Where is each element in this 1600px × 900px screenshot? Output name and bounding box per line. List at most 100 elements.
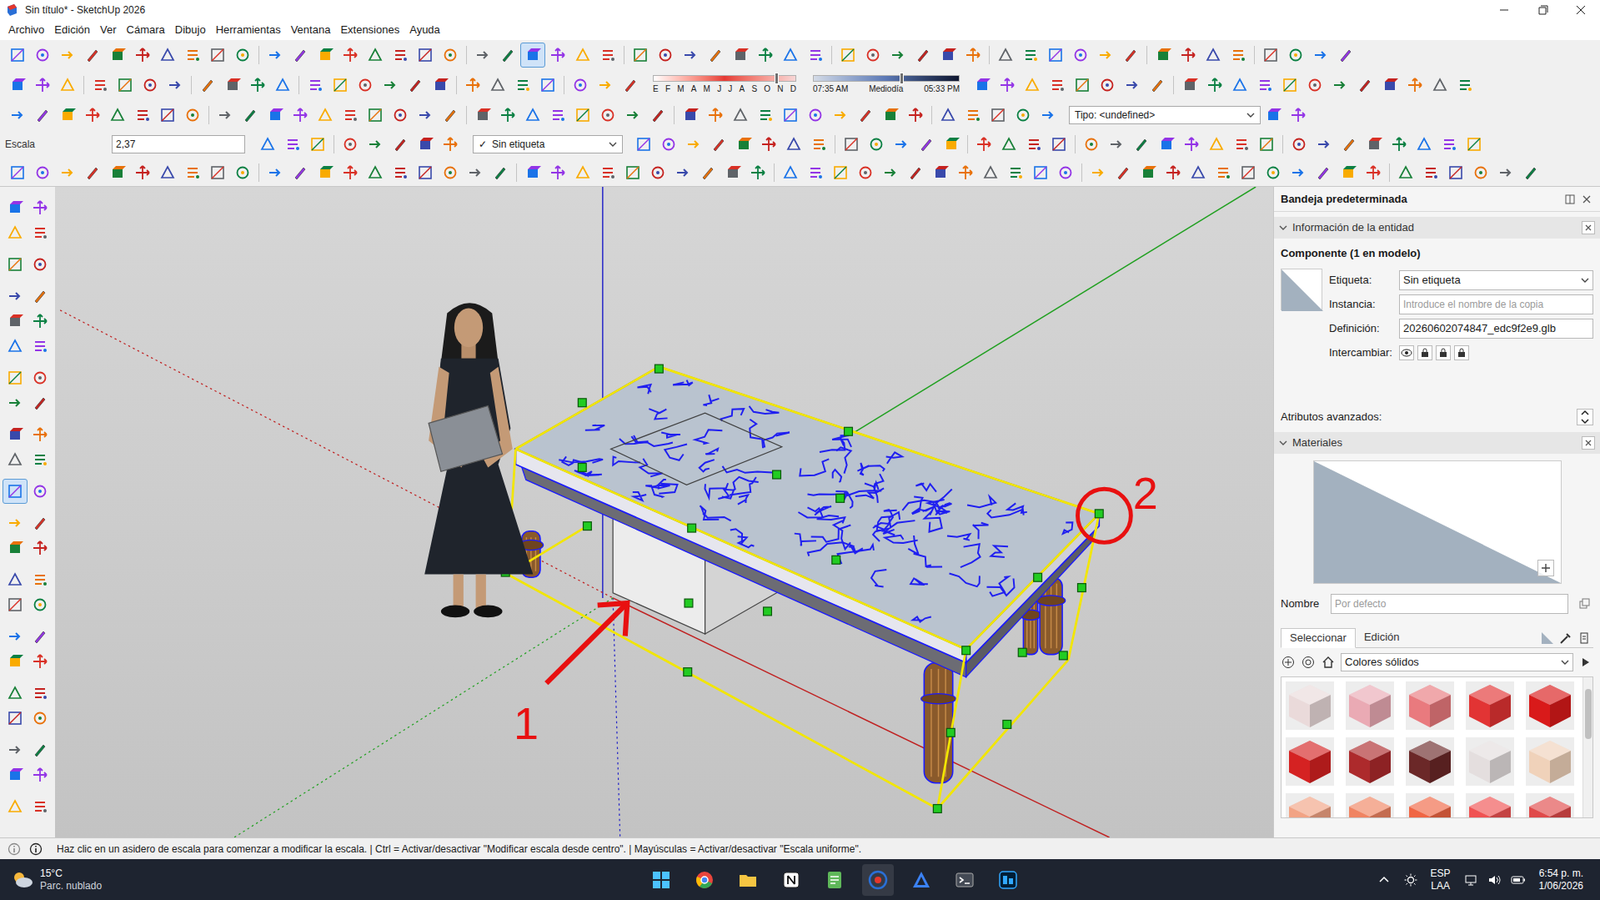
toolbar-button[interactable]	[262, 102, 288, 128]
toolbar-button[interactable]	[617, 72, 643, 98]
toolbar-button[interactable]	[27, 251, 53, 277]
toolbar-button[interactable]	[1468, 160, 1494, 186]
toolbar-button[interactable]	[312, 160, 338, 186]
toolbar-button[interactable]	[1128, 131, 1154, 157]
window-control[interactable]	[1561, 0, 1600, 21]
toolbar-button[interactable]	[935, 42, 961, 68]
toolbar-button[interactable]	[510, 72, 536, 98]
model-view[interactable]: 12	[55, 186, 1274, 838]
toolbar-button[interactable]	[595, 160, 621, 186]
toolbar-button[interactable]	[387, 160, 413, 186]
scale-grip[interactable]	[1018, 647, 1027, 657]
toolbar-button[interactable]	[155, 42, 181, 68]
toolbar-button[interactable]	[620, 160, 646, 186]
toolbar-button[interactable]	[337, 160, 363, 186]
toolbar-button[interactable]	[652, 42, 678, 68]
status-button[interactable]	[28, 842, 44, 856]
toolbar-button[interactable]	[720, 160, 746, 186]
toolbar-button[interactable]	[570, 102, 596, 128]
toolbar-button[interactable]	[777, 102, 803, 128]
swap-toggle[interactable]	[1417, 345, 1433, 361]
toolbar-button[interactable]	[27, 591, 53, 617]
toolbar-button[interactable]	[237, 102, 263, 128]
toolbar-button[interactable]	[1153, 131, 1179, 157]
toolbar-button[interactable]	[460, 72, 486, 98]
library-nav[interactable]	[1320, 655, 1336, 669]
scale-grip[interactable]	[683, 667, 693, 677]
toolbar-button[interactable]	[806, 131, 832, 157]
toolbar-button[interactable]	[30, 160, 56, 186]
material-tool[interactable]	[1538, 631, 1557, 648]
toolbar-button[interactable]	[130, 102, 156, 128]
toolbar-button[interactable]	[902, 102, 928, 128]
material-swatch[interactable]	[1284, 736, 1335, 787]
toolbar-button[interactable]	[270, 72, 296, 98]
toolbar-button[interactable]	[702, 42, 728, 68]
field-input[interactable]	[1399, 294, 1594, 315]
toolbar-button[interactable]	[220, 72, 246, 98]
toolbar-button[interactable]	[1135, 160, 1161, 186]
material-swatch[interactable]	[1404, 736, 1455, 787]
toolbar-button[interactable]	[1418, 160, 1444, 186]
toolbar-button[interactable]	[827, 102, 853, 128]
toolbar-button[interactable]	[27, 283, 53, 309]
toolbar-button[interactable]	[545, 42, 571, 68]
tray-close[interactable]	[1579, 193, 1594, 206]
toolbar-button[interactable]	[180, 42, 206, 68]
toolbar-button[interactable]	[337, 42, 363, 68]
table-top[interactable]	[515, 366, 1099, 650]
toolbar-button[interactable]	[2, 705, 28, 731]
toolbar-button[interactable]	[337, 102, 363, 128]
scale-grip[interactable]	[772, 470, 782, 479]
toolbar-button[interactable]	[412, 160, 438, 186]
scale-grip[interactable]	[844, 426, 853, 436]
toolbar-button[interactable]	[27, 705, 53, 731]
toolbar-button[interactable]	[1235, 160, 1261, 186]
toolbar-button[interactable]	[592, 72, 618, 98]
toolbar-button[interactable]	[105, 160, 131, 186]
toolbar-button[interactable]	[885, 42, 911, 68]
toolbar-button[interactable]	[978, 160, 1004, 186]
tag-dropdown[interactable]: ✓Sin etiqueta	[472, 135, 623, 154]
toolbar-button[interactable]	[255, 131, 281, 157]
toolbar-button[interactable]	[55, 72, 81, 98]
measurements-box[interactable]: 2,37	[111, 135, 246, 154]
toolbar-button[interactable]	[1044, 72, 1070, 98]
toolbar-button[interactable]	[2, 251, 28, 277]
toolbar-button[interactable]	[670, 160, 696, 186]
toolbar-button[interactable]	[888, 131, 914, 157]
scale-grip[interactable]	[1078, 583, 1087, 592]
toolbar-button[interactable]	[30, 102, 56, 128]
taskbar-app[interactable]	[645, 863, 678, 896]
toolbar-button[interactable]	[1333, 42, 1359, 68]
toolbar-button[interactable]	[1010, 102, 1036, 128]
toolbar-button[interactable]	[727, 102, 753, 128]
month-slider-thumb[interactable]	[774, 72, 779, 85]
toolbar-button[interactable]	[162, 72, 188, 98]
toolbar-button[interactable]	[1360, 160, 1386, 186]
toolbar-button[interactable]	[337, 131, 363, 157]
field-input[interactable]: 20260602074847_edc9f2e9.glb	[1399, 318, 1594, 339]
toolbar-button[interactable]	[212, 102, 238, 128]
toolbar-button[interactable]	[230, 42, 256, 68]
toolbar-button[interactable]	[1310, 160, 1336, 186]
scale-grip[interactable]	[946, 727, 955, 737]
toolbar-button[interactable]	[437, 42, 463, 68]
toolbar-button[interactable]	[470, 42, 496, 68]
toolbar-button[interactable]	[994, 72, 1020, 98]
toolbar-button[interactable]	[913, 131, 939, 157]
toolbar-button[interactable]	[745, 160, 771, 186]
toolbar-button[interactable]	[27, 333, 53, 359]
create-material[interactable]	[1537, 559, 1555, 577]
toolbar-button[interactable]	[155, 102, 181, 128]
material-swatch[interactable]	[1344, 680, 1395, 731]
toolbar-button[interactable]	[437, 131, 463, 157]
section-close[interactable]	[1581, 436, 1595, 450]
toolbar-button[interactable]	[1150, 42, 1176, 68]
menu-item[interactable]: Ventana	[285, 21, 337, 39]
scale-grip[interactable]	[763, 606, 773, 616]
toolbar-button[interactable]	[971, 131, 997, 157]
toolbar-button[interactable]	[1094, 72, 1120, 98]
toolbar-button[interactable]	[245, 72, 271, 98]
time-slider[interactable]	[812, 75, 960, 82]
